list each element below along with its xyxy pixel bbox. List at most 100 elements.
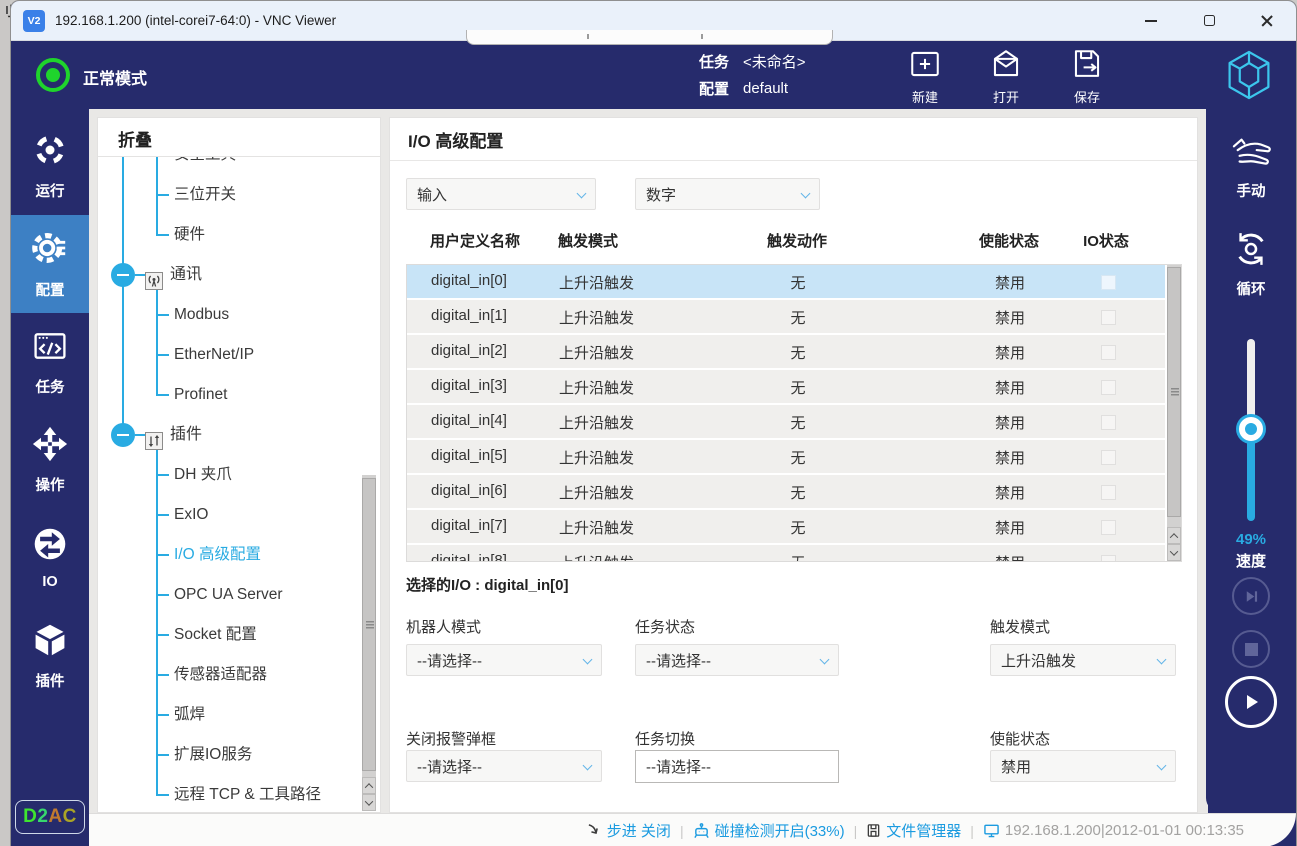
io-direction-value: 输入 bbox=[417, 184, 447, 205]
table-row[interactable]: digital_in[0]上升沿触发无禁用 bbox=[407, 265, 1165, 300]
tree-item-安全工具[interactable]: 安全工具 bbox=[98, 157, 362, 175]
nav-item-run[interactable]: 运行 bbox=[11, 117, 89, 215]
table-row[interactable]: digital_in[3]上升沿触发无禁用 bbox=[407, 370, 1165, 405]
task-switch-input[interactable]: --请选择-- bbox=[635, 750, 839, 783]
tree-item-Profinet[interactable]: Profinet bbox=[98, 375, 362, 415]
nav-item-task[interactable]: 任务 bbox=[11, 313, 89, 411]
scroll-up-button[interactable] bbox=[362, 777, 376, 794]
cell-trigger-action: 无 bbox=[790, 342, 805, 363]
scrollbar-grip-icon bbox=[366, 621, 374, 629]
play-icon bbox=[1241, 692, 1261, 712]
table-scrollbar-thumb[interactable] bbox=[1167, 267, 1181, 517]
network-monitor-icon bbox=[983, 823, 1000, 838]
task-state-select[interactable]: --请选择-- bbox=[635, 644, 839, 676]
run-target-icon bbox=[32, 132, 68, 173]
io-state-checkbox[interactable] bbox=[1101, 555, 1116, 561]
tree-line bbox=[156, 314, 169, 316]
tree-item-Socket 配置[interactable]: Socket 配置 bbox=[98, 615, 362, 655]
tree-scrollbar[interactable] bbox=[362, 475, 376, 811]
task-value: <未命名> bbox=[743, 51, 806, 72]
tree-item-label: 通讯 bbox=[170, 255, 202, 295]
save-button[interactable]: 保存 bbox=[1055, 45, 1119, 107]
stop-button[interactable] bbox=[1232, 630, 1270, 668]
d2ac-logo-button[interactable]: D2AC bbox=[15, 800, 85, 834]
collision-detect-status[interactable]: 碰撞检测开启(33%) bbox=[693, 820, 845, 841]
tree-item-弧焊[interactable]: 弧焊 bbox=[98, 695, 362, 735]
tree-panel-title[interactable]: 折叠 bbox=[118, 126, 152, 151]
nav-item-jog[interactable]: 操作 bbox=[11, 411, 89, 509]
tree-line bbox=[156, 714, 169, 716]
task-state-value: --请选择-- bbox=[646, 650, 711, 671]
table-row[interactable]: digital_in[4]上升沿触发无禁用 bbox=[407, 405, 1165, 440]
tree-item-传感器适配器[interactable]: 传感器适配器 bbox=[98, 655, 362, 695]
scroll-up-button[interactable] bbox=[1167, 527, 1181, 544]
minimize-button[interactable] bbox=[1122, 1, 1180, 40]
io-state-checkbox[interactable] bbox=[1101, 275, 1116, 290]
cell-trigger-mode: 上升沿触发 bbox=[559, 342, 634, 363]
io-type-select[interactable]: 数字 bbox=[635, 178, 820, 210]
io-direction-select[interactable]: 输入 bbox=[406, 178, 596, 210]
close-button[interactable] bbox=[1238, 1, 1296, 40]
enable-state-select[interactable]: 禁用 bbox=[990, 750, 1176, 782]
tree-item-EtherNet/IP[interactable]: EtherNet/IP bbox=[98, 335, 362, 375]
file-manager-button[interactable]: 文件管理器 bbox=[866, 820, 961, 841]
speed-slider-thumb[interactable] bbox=[1239, 417, 1263, 441]
scroll-down-button[interactable] bbox=[362, 794, 376, 811]
tree-item-Modbus[interactable]: Modbus bbox=[98, 295, 362, 335]
tree-item-通讯[interactable]: 通讯 bbox=[98, 255, 362, 295]
step-mode-status[interactable]: 步进 关闭 bbox=[587, 820, 671, 841]
divider bbox=[390, 160, 1197, 161]
tree-item-扩展IO服务[interactable]: 扩展IO服务 bbox=[98, 735, 362, 775]
tree-item-插件[interactable]: 插件 bbox=[98, 415, 362, 455]
cycle-mode-button[interactable]: 循环 bbox=[1206, 229, 1296, 299]
stop-icon bbox=[1245, 643, 1258, 656]
table-row[interactable]: digital_in[6]上升沿触发无禁用 bbox=[407, 475, 1165, 510]
manual-mode-button[interactable]: 手动 bbox=[1206, 133, 1296, 201]
selected-io-label: 选择的I/O : digital_in[0] bbox=[406, 574, 569, 595]
tree-item-DH 夹爪[interactable]: DH 夹爪 bbox=[98, 455, 362, 495]
nav-item-plugin[interactable]: 插件 bbox=[11, 607, 89, 705]
io-state-checkbox[interactable] bbox=[1101, 380, 1116, 395]
io-state-checkbox[interactable] bbox=[1101, 450, 1116, 465]
cycle-mode-label: 循环 bbox=[1237, 278, 1266, 299]
scroll-down-button[interactable] bbox=[1167, 544, 1181, 561]
tree-item-OPC UA Server[interactable]: OPC UA Server bbox=[98, 575, 362, 615]
table-row[interactable]: digital_in[5]上升沿触发无禁用 bbox=[407, 440, 1165, 475]
nav-item-io[interactable]: IO bbox=[11, 509, 89, 607]
close-alarm-select[interactable]: --请选择-- bbox=[406, 750, 602, 782]
tree-item-I/O 高级配置[interactable]: I/O 高级配置 bbox=[98, 535, 362, 575]
maximize-button[interactable] bbox=[1180, 1, 1238, 40]
cell-trigger-mode: 上升沿触发 bbox=[559, 307, 634, 328]
speed-slider[interactable] bbox=[1247, 339, 1255, 521]
table-scroll-arrows bbox=[1167, 527, 1181, 561]
tree-item-远程 TCP & 工具路径[interactable]: 远程 TCP & 工具路径 bbox=[98, 775, 362, 812]
table-row[interactable]: digital_in[7]上升沿触发无禁用 bbox=[407, 510, 1165, 545]
trigger-mode-select[interactable]: 上升沿触发 bbox=[990, 644, 1176, 676]
tree-item-硬件[interactable]: 硬件 bbox=[98, 215, 362, 255]
table-row[interactable]: digital_in[2]上升沿触发无禁用 bbox=[407, 335, 1165, 370]
robot-mode-select[interactable]: --请选择-- bbox=[406, 644, 602, 676]
new-task-button[interactable]: 新建 bbox=[893, 45, 957, 107]
io-state-checkbox[interactable] bbox=[1101, 415, 1116, 430]
chevron-down-icon bbox=[583, 761, 593, 771]
collapse-toggle-icon[interactable] bbox=[111, 423, 135, 447]
tree-scrollbar-thumb[interactable] bbox=[362, 478, 376, 771]
table-scrollbar[interactable] bbox=[1167, 265, 1181, 561]
io-state-checkbox[interactable] bbox=[1101, 485, 1116, 500]
tree-item-三位开关[interactable]: 三位开关 bbox=[98, 175, 362, 215]
open-button[interactable]: 打开 bbox=[974, 45, 1038, 107]
collision-detect-label: 碰撞检测开启(33%) bbox=[715, 820, 845, 841]
cell-trigger-action: 无 bbox=[790, 412, 805, 433]
table-row[interactable]: digital_in[1]上升沿触发无禁用 bbox=[407, 300, 1165, 335]
table-row[interactable]: digital_in[8]上升沿触发无禁用 bbox=[407, 545, 1165, 561]
collapse-toggle-icon[interactable] bbox=[111, 263, 135, 287]
play-button[interactable] bbox=[1225, 676, 1277, 728]
io-state-checkbox[interactable] bbox=[1101, 345, 1116, 360]
io-state-checkbox[interactable] bbox=[1101, 310, 1116, 325]
tree-item-ExIO[interactable]: ExIO bbox=[98, 495, 362, 535]
nav-item-config[interactable]: 配置 bbox=[11, 215, 89, 313]
io-state-checkbox[interactable] bbox=[1101, 520, 1116, 535]
vnc-toolbar-notch[interactable] bbox=[466, 30, 833, 45]
nav-label-jog: 操作 bbox=[36, 474, 65, 495]
step-forward-button[interactable] bbox=[1232, 577, 1270, 615]
